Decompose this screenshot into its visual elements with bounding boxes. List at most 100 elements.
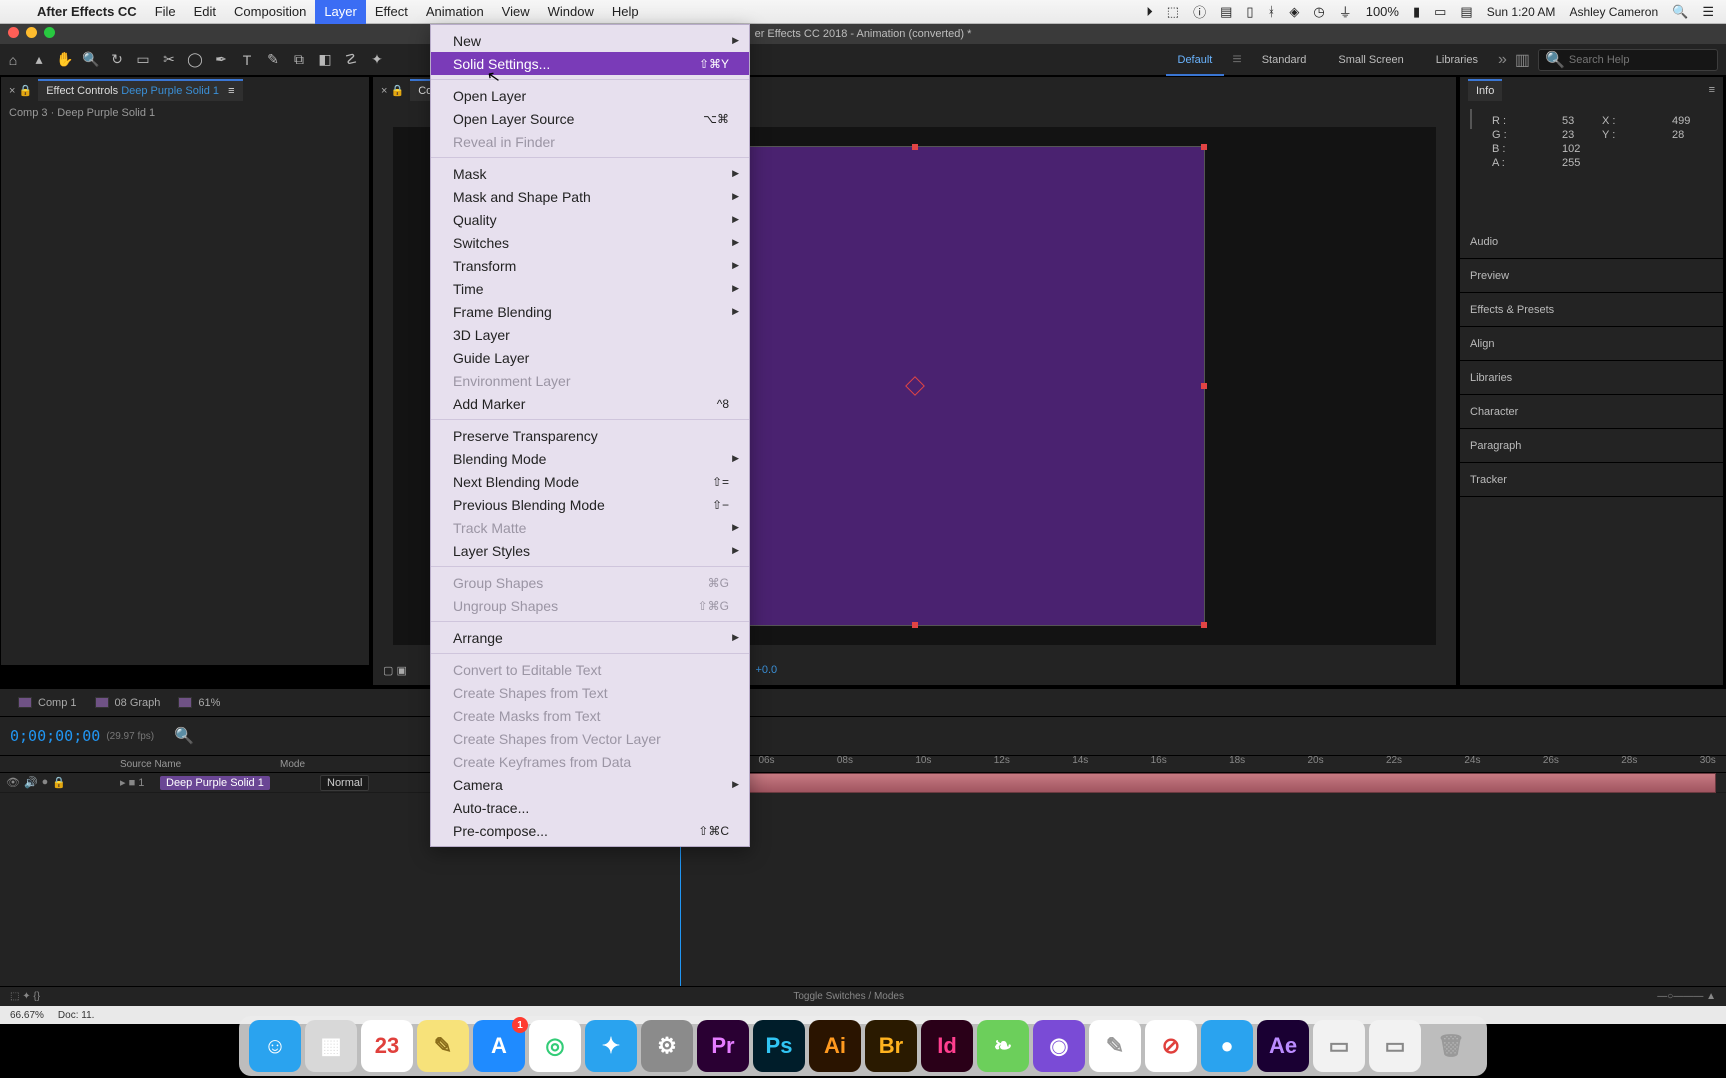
menu-item-auto-trace[interactable]: Auto-trace... bbox=[431, 796, 749, 819]
sel-handle-tc[interactable] bbox=[912, 144, 918, 150]
dock-globe[interactable]: ● bbox=[1201, 1020, 1253, 1072]
menu-item-mask-and-shape-path[interactable]: Mask and Shape Path bbox=[431, 185, 749, 208]
workspace-smallscreen[interactable]: Small Screen bbox=[1326, 44, 1415, 76]
sel-handle-mr[interactable] bbox=[1201, 383, 1207, 389]
roto-tool[interactable]: ☡ bbox=[338, 47, 364, 73]
menu-item-camera[interactable]: Camera bbox=[431, 773, 749, 796]
menu-item-mask[interactable]: Mask bbox=[431, 162, 749, 185]
display-icon[interactable]: ▭ bbox=[1434, 4, 1446, 20]
anchor-point[interactable] bbox=[905, 376, 925, 396]
dock-settings[interactable]: ⚙ bbox=[641, 1020, 693, 1072]
dock-aftereffects[interactable]: Ae bbox=[1257, 1020, 1309, 1072]
phone-icon[interactable]: ▯ bbox=[1246, 4, 1253, 20]
menu-item-next-blending-mode[interactable]: Next Blending Mode⇧= bbox=[431, 470, 749, 493]
sel-handle-br[interactable] bbox=[1201, 622, 1207, 628]
dropbox-icon[interactable]: ⬚ bbox=[1167, 4, 1179, 20]
dock-leaf[interactable]: ❧ bbox=[977, 1020, 1029, 1072]
dock-appstore[interactable]: A1 bbox=[473, 1020, 525, 1072]
panel-effects[interactable]: Effects & Presets bbox=[1460, 293, 1723, 327]
rect-tool[interactable]: ▭ bbox=[130, 47, 156, 73]
dock-trash[interactable]: 🗑 bbox=[1425, 1020, 1477, 1072]
proj-tab-1[interactable]: 08 Graph bbox=[95, 697, 161, 709]
menu-animation[interactable]: Animation bbox=[417, 0, 493, 24]
close-button[interactable] bbox=[8, 27, 19, 38]
minimize-button[interactable] bbox=[26, 27, 37, 38]
wifi-icon[interactable]: ⏚ bbox=[1339, 2, 1352, 21]
menu-view[interactable]: View bbox=[493, 0, 539, 24]
hand-tool[interactable]: ✋ bbox=[52, 47, 78, 73]
menubar-user[interactable]: Ashley Cameron bbox=[1569, 5, 1658, 19]
proj-tab-2[interactable]: 61% bbox=[178, 697, 220, 709]
menu-item-quality[interactable]: Quality bbox=[431, 208, 749, 231]
dock-doc1[interactable]: ▭ bbox=[1313, 1020, 1365, 1072]
dock-photoshop[interactable]: Ps bbox=[753, 1020, 805, 1072]
menubar-clock[interactable]: Sun 1:20 AM bbox=[1487, 5, 1556, 19]
menu-item-add-marker[interactable]: Add Marker^8 bbox=[431, 392, 749, 415]
menu-item-guide-layer[interactable]: Guide Layer bbox=[431, 346, 749, 369]
clone-tool[interactable]: ⧉ bbox=[286, 47, 312, 73]
menu-item-transform[interactable]: Transform bbox=[431, 254, 749, 277]
menu-window[interactable]: Window bbox=[539, 0, 603, 24]
layer-mode[interactable]: Normal bbox=[320, 775, 369, 791]
bt-icon[interactable]: ᚼ bbox=[1268, 4, 1276, 19]
layer-name[interactable]: Deep Purple Solid 1 bbox=[160, 776, 270, 790]
menu-item-time[interactable]: Time bbox=[431, 277, 749, 300]
menu-item-previous-blending-mode[interactable]: Previous Blending Mode⇧− bbox=[431, 493, 749, 516]
battery-icon[interactable]: ▮ bbox=[1413, 4, 1420, 20]
cc-icon[interactable]: ▤ bbox=[1220, 4, 1232, 20]
dock-bridge[interactable]: Br bbox=[865, 1020, 917, 1072]
spotlight-icon[interactable]: 🔍 bbox=[1672, 4, 1688, 20]
proj-tab-0[interactable]: Comp 1 bbox=[18, 697, 77, 709]
tl-zoom-slider[interactable]: —○——— ▲ bbox=[1657, 991, 1716, 1002]
menu-item-solid-settings[interactable]: Solid Settings...⇧⌘Y bbox=[431, 52, 749, 75]
menu-effect[interactable]: Effect bbox=[366, 0, 417, 24]
info-icon[interactable]: ⓘ bbox=[1193, 2, 1206, 21]
menu-item-new[interactable]: New bbox=[431, 29, 749, 52]
tl-footer-icons[interactable]: ⬚ ✦ {} bbox=[10, 991, 40, 1002]
timecode[interactable]: 0;00;00;00 bbox=[10, 727, 100, 745]
menu-item-arrange[interactable]: Arrange bbox=[431, 626, 749, 649]
effect-controls-tab[interactable]: Effect Controls Deep Purple Solid 1 ≡ bbox=[38, 79, 242, 101]
search-input[interactable] bbox=[1569, 54, 1711, 66]
eraser-tool[interactable]: ◧ bbox=[312, 47, 338, 73]
exposure[interactable]: +0.0 bbox=[755, 664, 777, 676]
menu-item-blending-mode[interactable]: Blending Mode bbox=[431, 447, 749, 470]
workspace-libraries[interactable]: Libraries bbox=[1424, 44, 1490, 76]
playback-icon[interactable]: ⏵ bbox=[1146, 4, 1153, 20]
panel-preview[interactable]: Preview bbox=[1460, 259, 1723, 293]
menu-item-layer-styles[interactable]: Layer Styles bbox=[431, 539, 749, 562]
sel-handle-tr[interactable] bbox=[1201, 144, 1207, 150]
orbit-tool[interactable]: ↻ bbox=[104, 47, 130, 73]
search-timeline-icon[interactable]: 🔍 bbox=[174, 726, 194, 746]
menu-item-pre-compose[interactable]: Pre-compose...⇧⌘C bbox=[431, 819, 749, 842]
dock-illustrator[interactable]: Ai bbox=[809, 1020, 861, 1072]
dock-doc2[interactable]: ▭ bbox=[1369, 1020, 1421, 1072]
brush-tool[interactable]: ✎ bbox=[260, 47, 286, 73]
puppet-tool[interactable]: ✦ bbox=[364, 47, 390, 73]
dock-blocked[interactable]: ⊘ bbox=[1145, 1020, 1197, 1072]
info-tab[interactable]: Info bbox=[1468, 79, 1502, 101]
clock-icon[interactable]: ◷ bbox=[1313, 4, 1324, 20]
app-name[interactable]: After Effects CC bbox=[28, 4, 146, 19]
mag-icon[interactable]: ▢ ▣ bbox=[383, 664, 407, 677]
status-zoom[interactable]: 66.67% bbox=[10, 1010, 44, 1021]
battery-pct[interactable]: 100% bbox=[1366, 4, 1399, 19]
select-tool[interactable]: ▴ bbox=[26, 47, 52, 73]
dock-chrome[interactable]: ◎ bbox=[529, 1020, 581, 1072]
comp-close[interactable]: × 🔒 bbox=[381, 84, 404, 97]
menu-file[interactable]: File bbox=[146, 0, 185, 24]
menu-composition[interactable]: Composition bbox=[225, 0, 315, 24]
hamburger-icon[interactable]: ☰ bbox=[1702, 4, 1714, 20]
dock-swirl[interactable]: ◉ bbox=[1033, 1020, 1085, 1072]
panel-character[interactable]: Character bbox=[1460, 395, 1723, 429]
dock-finder[interactable]: ☺ bbox=[249, 1020, 301, 1072]
menu-edit[interactable]: Edit bbox=[185, 0, 225, 24]
date-icon[interactable]: ▤ bbox=[1460, 4, 1472, 20]
menu-item-frame-blending[interactable]: Frame Blending bbox=[431, 300, 749, 323]
zoom-tool[interactable]: 🔍 bbox=[78, 47, 104, 73]
panel-libraries[interactable]: Libraries bbox=[1460, 361, 1723, 395]
switches-toggle[interactable]: Toggle Switches / Modes bbox=[54, 991, 1643, 1002]
menu-layer[interactable]: Layer bbox=[315, 0, 366, 24]
panel-align[interactable]: Align bbox=[1460, 327, 1723, 361]
panel-tracker[interactable]: Tracker bbox=[1460, 463, 1723, 497]
